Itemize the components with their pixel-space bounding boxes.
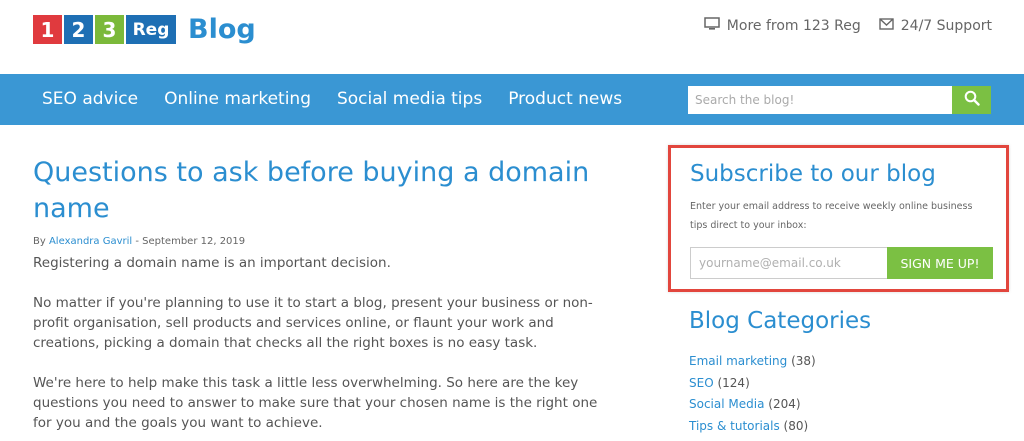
site-header: 1 2 3 Reg Blog More from 123 Reg 24/7 Su… — [0, 0, 1024, 74]
logo-reg: Reg — [126, 15, 176, 44]
nav-item-seo-advice[interactable]: SEO advice — [42, 89, 138, 109]
logo-blog-text: Blog — [188, 14, 256, 45]
search-button[interactable] — [952, 86, 991, 114]
category-link-email-marketing[interactable]: Email marketing — [689, 354, 787, 368]
logo-digit-3: 3 — [95, 15, 124, 44]
category-item: SEO (124) — [689, 373, 1009, 395]
category-count: (38) — [791, 354, 816, 368]
article-paragraph: Registering a domain name is an importan… — [33, 255, 391, 271]
site-logo[interactable]: 1 2 3 Reg Blog — [33, 14, 256, 45]
subscribe-title: Subscribe to our blog — [690, 161, 936, 187]
blog-categories: Blog Categories Email marketing (38) SEO… — [689, 308, 1009, 437]
article-paragraph: We're here to help make this task a litt… — [33, 375, 598, 431]
article: Questions to ask before buying a domain … — [33, 155, 603, 433]
blog-search — [688, 86, 991, 114]
category-link-seo[interactable]: SEO — [689, 376, 714, 390]
logo-digit-1: 1 — [33, 15, 62, 44]
category-count: (124) — [717, 375, 750, 390]
byline-by: By — [33, 236, 46, 247]
article-paragraph: No matter if you're planning to use it t… — [33, 295, 593, 351]
support-label: 24/7 Support — [900, 18, 992, 34]
category-item: Email marketing (38) — [689, 351, 1009, 373]
category-link-tips-tutorials[interactable]: Tips & tutorials — [689, 419, 780, 433]
category-item: Social Media (204) — [689, 394, 1009, 416]
subscribe-form: SIGN ME UP! — [690, 247, 993, 279]
article-byline: By Alexandra Gavril - September 12, 2019 — [33, 236, 603, 247]
support-link[interactable]: 24/7 Support — [879, 18, 992, 34]
top-links: More from 123 Reg 24/7 Support — [686, 17, 992, 35]
main-nav: SEO advice Online marketing Social media… — [0, 74, 1024, 125]
category-item: Tips & tutorials (80) — [689, 416, 1009, 438]
author-link[interactable]: Alexandra Gavril — [49, 236, 132, 247]
subscribe-box: Subscribe to our blog Enter your email a… — [668, 145, 1009, 292]
nav-item-online-marketing[interactable]: Online marketing — [164, 89, 311, 109]
email-field[interactable] — [690, 247, 887, 279]
more-from-label: More from 123 Reg — [726, 18, 861, 34]
search-icon — [964, 90, 980, 111]
category-count: (204) — [768, 397, 801, 411]
article-date: - September 12, 2019 — [132, 236, 246, 247]
more-from-link[interactable]: More from 123 Reg — [704, 17, 861, 35]
nav-item-social-media-tips[interactable]: Social media tips — [337, 89, 482, 109]
envelope-icon — [879, 18, 894, 34]
monitor-icon — [704, 17, 720, 35]
categories-list: Email marketing (38) SEO (124) Social Me… — [689, 351, 1009, 437]
nav-items: SEO advice Online marketing Social media… — [42, 89, 648, 109]
subscribe-description: Enter your email address to receive week… — [690, 201, 973, 231]
categories-title: Blog Categories — [689, 308, 872, 334]
nav-item-product-news[interactable]: Product news — [508, 89, 622, 109]
article-title[interactable]: Questions to ask before buying a domain … — [33, 155, 603, 227]
category-count: (80) — [783, 418, 809, 433]
sign-me-up-button[interactable]: SIGN ME UP! — [887, 247, 993, 279]
search-input[interactable] — [688, 86, 952, 114]
category-link-social-media[interactable]: Social Media — [689, 397, 764, 411]
logo-digit-2: 2 — [64, 15, 93, 44]
